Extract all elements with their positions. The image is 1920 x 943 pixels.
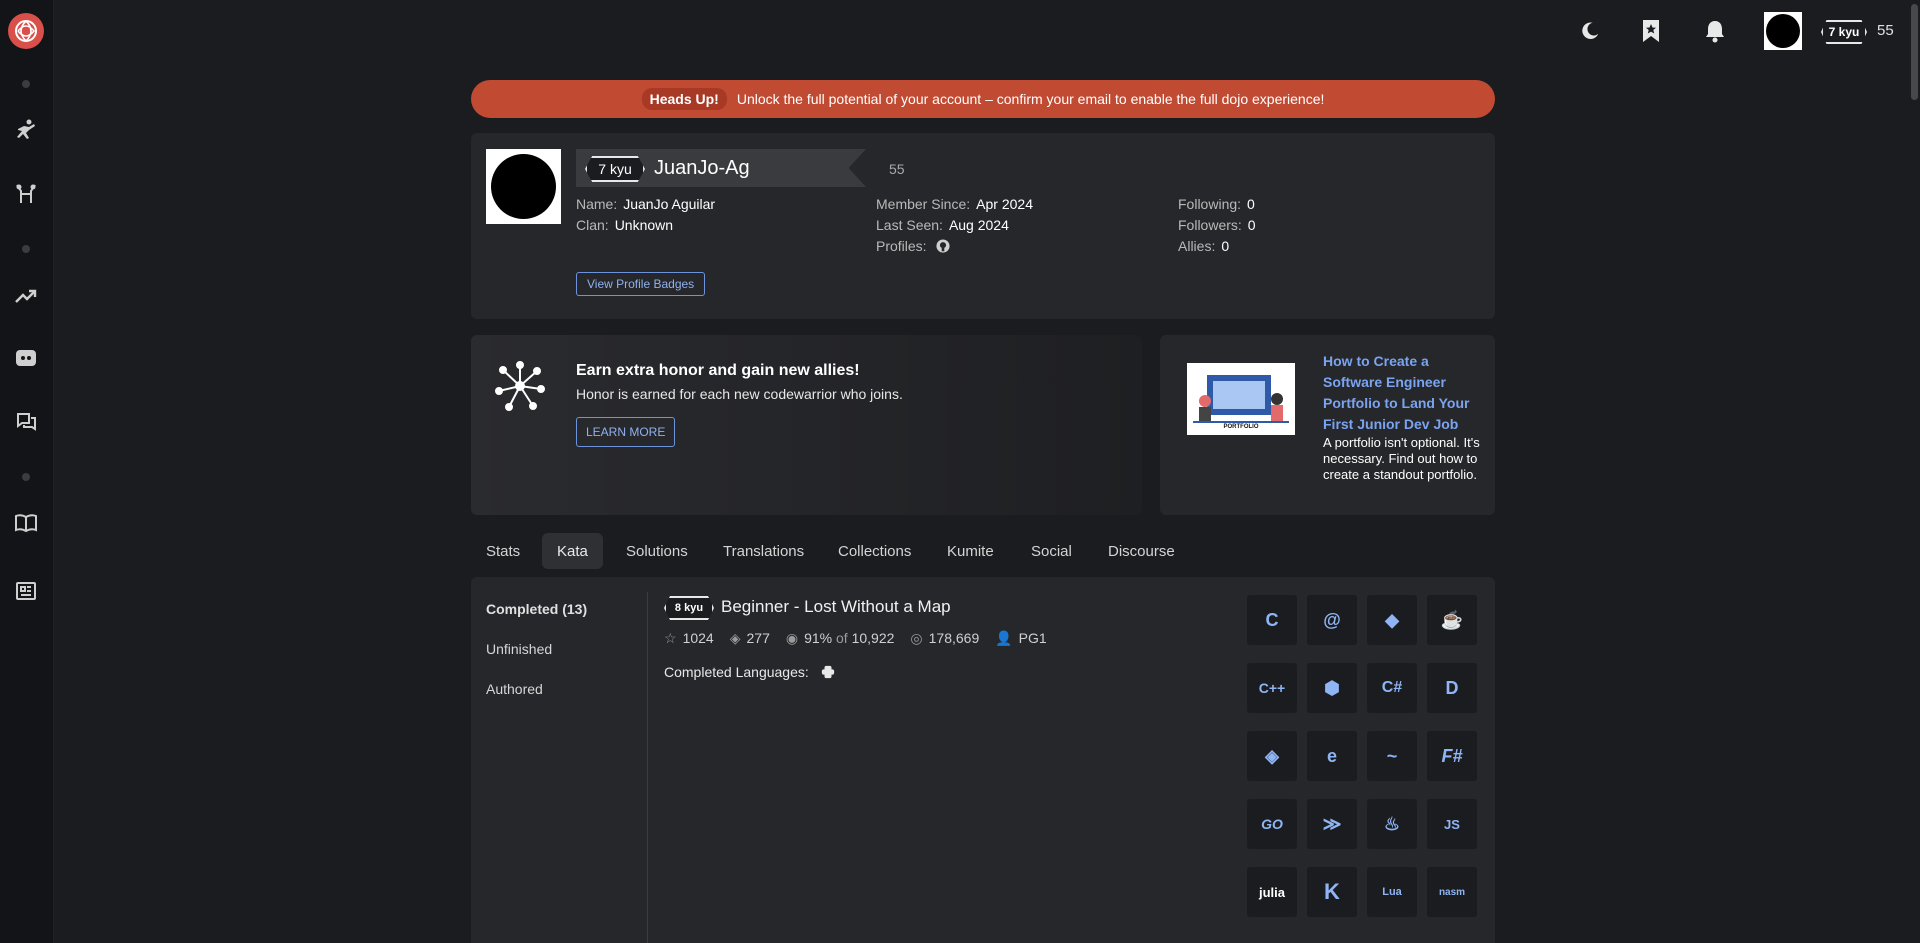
lang-cpp-icon[interactable]: C++ (1247, 663, 1297, 713)
user-icon: 👤 (995, 630, 1013, 646)
profiles-row: Profiles: (876, 238, 951, 254)
lang-cobol-icon[interactable]: ◆ (1367, 595, 1417, 645)
rail-separator-dot (22, 80, 30, 88)
rail-separator-dot (22, 245, 30, 253)
tab-kumite[interactable]: Kumite (932, 533, 1009, 569)
tab-translations[interactable]: Translations (708, 533, 819, 569)
banner-label: Heads Up! (641, 88, 727, 110)
kata-filter-unfinished[interactable]: Unfinished (486, 641, 552, 657)
followers-row: Followers: 0 (1178, 217, 1256, 233)
tab-social[interactable]: Social (1016, 533, 1087, 569)
kata-stars: ☆ 1024 (664, 630, 714, 646)
honor-count: 55 (1877, 22, 1894, 39)
eye-icon: ◉ (785, 630, 799, 646)
lang-d-icon[interactable]: D (1427, 663, 1477, 713)
github-icon[interactable] (936, 239, 951, 253)
layers-icon: ◈ (729, 630, 741, 646)
kata-rank-badge: 8 kyu (664, 596, 714, 620)
kata-completions: ◎ 178,669 (910, 630, 980, 646)
lang-haskell-icon[interactable]: ≫ (1307, 799, 1357, 849)
user-avatar[interactable] (1764, 12, 1802, 50)
lang-cfml-icon[interactable]: ☕ (1427, 595, 1477, 645)
lang-erlang-icon[interactable]: ~ (1367, 731, 1417, 781)
star-icon: ☆ (664, 630, 677, 646)
promo-title: Earn extra honor and gain new allies! (576, 362, 860, 379)
profile-honor: 55 (889, 161, 905, 177)
profile-rank-badge: 7 kyu (585, 156, 645, 182)
lang-crystal-icon[interactable]: ⬢ (1307, 663, 1357, 713)
last-seen-row: Last Seen: Aug 2024 (876, 217, 1009, 233)
article-title[interactable]: How to Create a Software Engineer Portfo… (1323, 351, 1473, 435)
notifications-bell-icon[interactable] (1700, 16, 1730, 46)
honor-promo-card: Earn extra honor and gain new allies! Ho… (471, 335, 1142, 515)
completed-languages: Completed Languages: (664, 664, 835, 680)
kata-panel: Completed (13) Unfinished Authored 8 kyu… (471, 577, 1495, 943)
lang-coffeescript-icon[interactable]: @ (1307, 595, 1357, 645)
rank-badge: 7 kyu (1821, 20, 1867, 44)
profile-avatar (486, 149, 561, 224)
docs-icon[interactable] (13, 510, 39, 536)
lang-kotlin-icon[interactable]: K (1307, 867, 1357, 917)
learn-more-button[interactable]: LEARN MORE (576, 417, 676, 447)
name-row: Name: JuanJo Aguilar (576, 196, 716, 212)
tab-solutions[interactable]: Solutions (611, 533, 703, 569)
codewars-logo-icon[interactable] (8, 13, 44, 49)
profile-username: JuanJo-Ag (654, 157, 750, 179)
banner-message: Unlock the full potential of your accoun… (736, 91, 1325, 107)
kata-collections: ◈ 277 (729, 630, 770, 646)
profile-card: 7 kyu JuanJo-Ag 55 Name: JuanJo Aguilar C… (471, 133, 1495, 319)
lang-nasm-icon[interactable]: nasm (1427, 867, 1477, 917)
lang-julia-icon[interactable]: julia (1247, 867, 1297, 917)
lang-javascript-icon[interactable]: JS (1427, 799, 1477, 849)
training-icon[interactable] (13, 117, 39, 143)
bookmark-icon[interactable] (1636, 16, 1666, 46)
article-image-caption: PORTFOLIO (1223, 424, 1259, 430)
target-icon: ◎ (910, 630, 923, 646)
rail-separator-dot (22, 473, 30, 481)
left-sidebar (0, 0, 54, 943)
network-icon (495, 361, 545, 416)
tab-collections[interactable]: Collections (823, 533, 926, 569)
view-profile-badges-button[interactable]: View Profile Badges (576, 272, 706, 296)
clan-row: Clan: Unknown (576, 217, 674, 233)
discord-icon[interactable] (13, 345, 39, 371)
article-thumbnail[interactable]: PORTFOLIO (1187, 363, 1295, 435)
tab-discourse[interactable]: Discourse (1093, 533, 1190, 569)
lang-elixir-icon[interactable]: e (1307, 731, 1357, 781)
tab-kata[interactable]: Kata (542, 533, 603, 569)
python-icon[interactable] (821, 665, 835, 679)
tab-stats[interactable]: Stats (471, 533, 535, 569)
article-description: A portfolio isn't optional. It's necessa… (1323, 435, 1480, 482)
language-grid: C @ ◆ ☕ C++ ⬢ C# D ◈ e ~ F# GO ≫ ♨ JS ju… (1247, 595, 1477, 917)
kata-stats: ☆ 1024 ◈ 277 ◉ 91% of 10,922 ◎ 178,669 👤 PG1 (664, 630, 1047, 647)
lang-csharp-icon[interactable]: C# (1367, 663, 1417, 713)
kata-satisfaction: ◉ 91% of 10,922 (785, 630, 895, 646)
lang-dart-icon[interactable]: ◈ (1247, 731, 1297, 781)
kata-filter-authored[interactable]: Authored (486, 681, 543, 697)
lang-fsharp-icon[interactable]: F# (1427, 731, 1477, 781)
blog-icon[interactable] (13, 578, 39, 604)
following-row: Following: 0 (1178, 196, 1255, 212)
lang-go-icon[interactable]: GO (1247, 799, 1297, 849)
page-scrollbar[interactable] (1908, 0, 1920, 943)
kata-filter-completed[interactable]: Completed (13) (486, 601, 587, 617)
email-confirm-banner[interactable]: Heads Up! Unlock the full potential of y… (471, 80, 1495, 118)
kata-divider (647, 592, 648, 943)
kumite-icon[interactable] (13, 181, 39, 207)
member-since-row: Member Since: Apr 2024 (876, 196, 1033, 212)
lang-c-icon[interactable]: C (1247, 595, 1297, 645)
dark-mode-icon[interactable] (1575, 16, 1605, 46)
kata-title[interactable]: Beginner - Lost Without a Map (721, 597, 951, 617)
promo-subtitle: Honor is earned for each new codewarrior… (576, 386, 903, 402)
kata-author[interactable]: 👤 PG1 (995, 630, 1046, 647)
article-card[interactable]: PORTFOLIO How to Create a Software Engin… (1160, 335, 1495, 515)
leaderboard-icon[interactable] (13, 283, 39, 309)
allies-row: Allies: 0 (1178, 238, 1230, 254)
lang-java-icon[interactable]: ♨ (1367, 799, 1417, 849)
lang-lua-icon[interactable]: Lua (1367, 867, 1417, 917)
discussions-icon[interactable] (13, 409, 39, 435)
